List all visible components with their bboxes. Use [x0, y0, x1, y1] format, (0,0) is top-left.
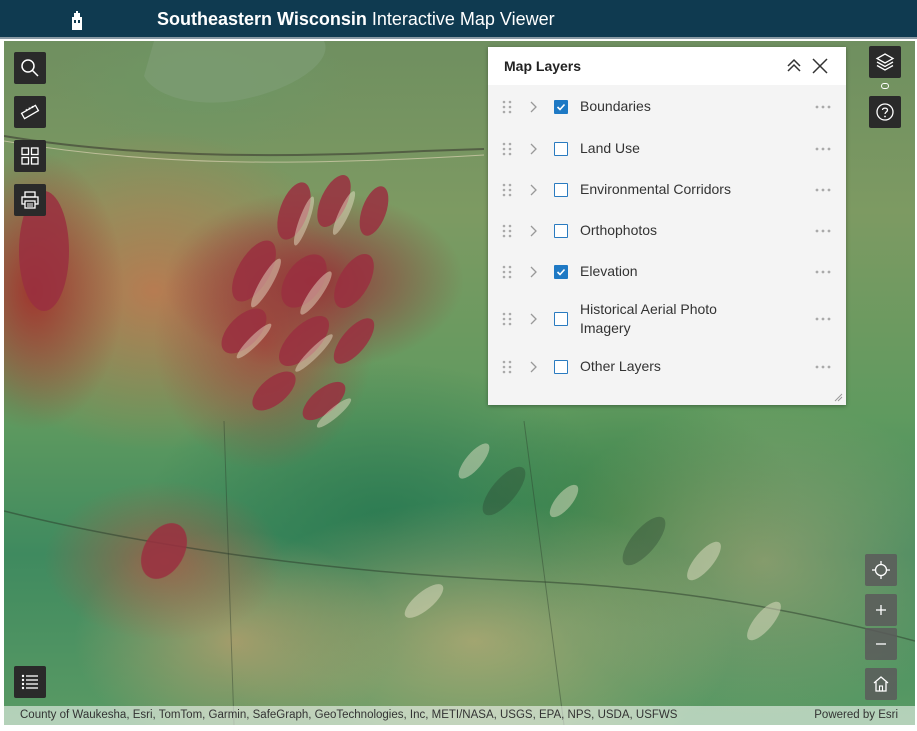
- zoom-out-icon: [876, 643, 886, 645]
- app-title-rest: Interactive Map Viewer: [366, 9, 555, 29]
- active-indicator: [881, 83, 889, 89]
- layer-visibility-checkbox[interactable]: [554, 142, 568, 156]
- chevron-right-icon[interactable]: [529, 361, 537, 373]
- drag-handle-icon[interactable]: [502, 265, 512, 279]
- layer-row[interactable]: Historical Aerial Photo Imagery: [502, 292, 842, 347]
- help-icon: [876, 103, 894, 121]
- checkmark-icon: [556, 268, 566, 276]
- printer-icon: [21, 191, 39, 209]
- home-icon: [873, 676, 889, 692]
- chevron-right-icon[interactable]: [529, 143, 537, 155]
- drag-handle-icon[interactable]: [502, 360, 512, 374]
- grid-icon: [21, 147, 39, 165]
- layer-label: Other Layers: [580, 358, 661, 374]
- app-header: Southeastern Wisconsin Interactive Map V…: [0, 0, 917, 39]
- layer-visibility-checkbox[interactable]: [554, 100, 568, 114]
- more-options-icon[interactable]: [814, 228, 832, 234]
- layer-label: Elevation: [580, 263, 638, 279]
- chevron-right-icon[interactable]: [529, 225, 537, 237]
- attribution-sources: County of Waukesha, Esri, TomTom, Garmin…: [20, 709, 678, 721]
- more-options-icon[interactable]: [814, 316, 832, 322]
- close-icon[interactable]: [811, 57, 829, 75]
- layer-list: Boundaries Land Use Environmental Corridor…: [488, 85, 846, 405]
- measure-button[interactable]: [14, 96, 46, 128]
- locate-button[interactable]: [865, 554, 897, 586]
- legend-list-icon: [21, 674, 38, 690]
- ruler-icon: [20, 104, 40, 120]
- layer-visibility-checkbox[interactable]: [554, 312, 568, 326]
- map-layers-panel: Map Layers Boundaries Land Use Environment…: [488, 47, 846, 405]
- zoom-out-button[interactable]: [865, 628, 897, 660]
- drag-handle-icon[interactable]: [502, 224, 512, 238]
- more-options-icon[interactable]: [814, 187, 832, 193]
- more-options-icon[interactable]: [814, 104, 832, 110]
- more-options-icon[interactable]: [814, 269, 832, 275]
- layer-visibility-checkbox[interactable]: [554, 183, 568, 197]
- layer-visibility-checkbox[interactable]: [554, 224, 568, 238]
- layers-icon: [875, 53, 895, 71]
- basemap-button[interactable]: [14, 140, 46, 172]
- layers-button[interactable]: [869, 46, 901, 78]
- collapse-icon[interactable]: [785, 57, 803, 75]
- chevron-right-icon[interactable]: [529, 266, 537, 278]
- home-button[interactable]: [865, 668, 897, 700]
- more-options-icon[interactable]: [814, 364, 832, 370]
- powered-by-esri[interactable]: Powered by Esri: [814, 709, 898, 721]
- search-icon: [21, 59, 39, 77]
- layer-label: Orthophotos: [580, 222, 658, 238]
- app-title: Southeastern Wisconsin Interactive Map V…: [157, 9, 555, 30]
- print-button[interactable]: [14, 184, 46, 216]
- layer-label: Land Use: [580, 140, 640, 156]
- layer-row[interactable]: Boundaries: [502, 85, 842, 129]
- layer-row[interactable]: Orthophotos: [502, 210, 842, 252]
- chevron-right-icon[interactable]: [529, 101, 537, 113]
- panel-title: Map Layers: [504, 58, 582, 74]
- search-button[interactable]: [14, 52, 46, 84]
- building-logo-icon: [72, 11, 82, 30]
- layer-row[interactable]: Environmental Corridors: [502, 169, 842, 211]
- layer-row[interactable]: Land Use: [502, 128, 842, 170]
- help-button[interactable]: [869, 96, 901, 128]
- drag-handle-icon[interactable]: [502, 142, 512, 156]
- layer-label: Environmental Corridors: [580, 181, 731, 197]
- more-options-icon[interactable]: [814, 146, 832, 152]
- layer-visibility-checkbox[interactable]: [554, 265, 568, 279]
- chevron-right-icon[interactable]: [529, 313, 537, 325]
- drag-handle-icon[interactable]: [502, 312, 512, 326]
- layer-row[interactable]: Elevation: [502, 251, 842, 293]
- chevron-right-icon[interactable]: [529, 184, 537, 196]
- layer-row[interactable]: Other Layers: [502, 346, 842, 387]
- layer-label: Boundaries: [580, 98, 651, 114]
- map-attribution[interactable]: County of Waukesha, Esri, TomTom, Garmin…: [4, 706, 915, 725]
- layer-visibility-checkbox[interactable]: [554, 360, 568, 374]
- layer-label: Historical Aerial Photo Imagery: [580, 301, 717, 336]
- drag-handle-icon[interactable]: [502, 100, 512, 114]
- checkmark-icon: [556, 103, 566, 111]
- app-title-bold: Southeastern Wisconsin: [157, 9, 367, 29]
- zoom-in-button[interactable]: [865, 594, 897, 626]
- zoom-in-icon: [876, 605, 886, 615]
- legend-button[interactable]: [14, 666, 46, 698]
- panel-header: Map Layers: [488, 47, 846, 85]
- locate-icon: [872, 561, 890, 579]
- drag-handle-icon[interactable]: [502, 183, 512, 197]
- resize-handle-icon[interactable]: [833, 392, 843, 402]
